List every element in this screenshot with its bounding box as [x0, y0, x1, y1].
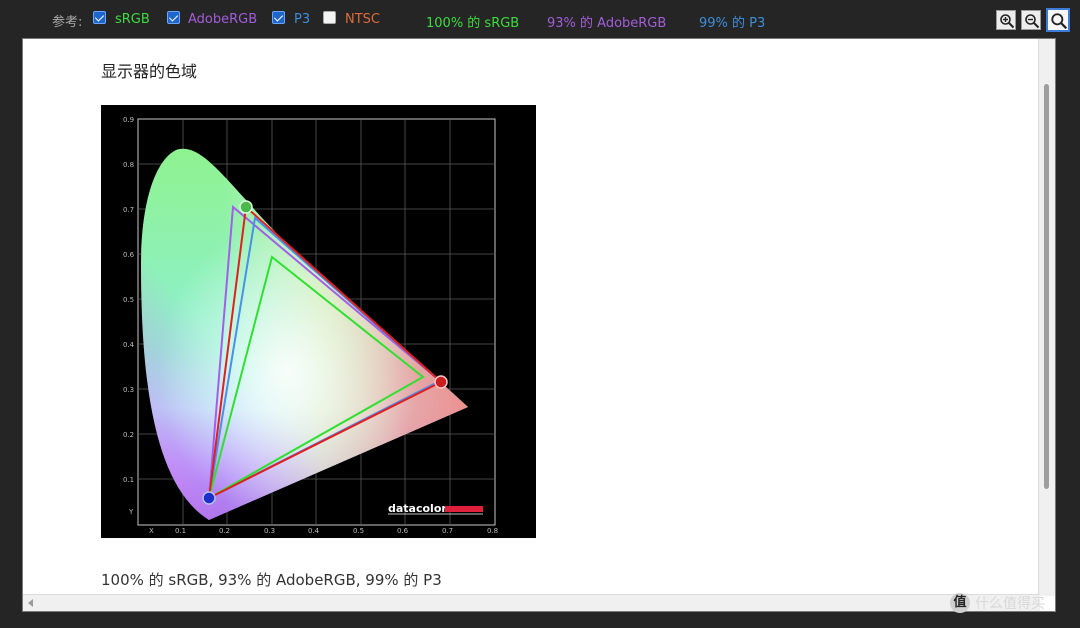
y-tick: 0.4 [123, 341, 135, 349]
scroll-left-arrow-icon[interactable] [28, 599, 33, 607]
p3-coverage: 99% 的 P3 [699, 16, 766, 31]
srgb-coverage: 100% 的 sRGB [426, 16, 520, 31]
zoom-out-button[interactable] [1021, 10, 1041, 30]
x-tick: 0.7 [442, 527, 453, 535]
red-primary-marker [434, 375, 448, 389]
srgb-checkbox[interactable] [93, 11, 106, 24]
y-axis-label: Y [128, 508, 134, 516]
srgb-label[interactable]: sRGB [115, 12, 150, 27]
blue-primary-marker [202, 491, 216, 505]
x-tick: 0.1 [175, 527, 186, 535]
y-tick: 0.5 [123, 296, 134, 304]
page-heading: 显示器的色域 [101, 62, 198, 81]
p3-label[interactable]: P3 [294, 12, 310, 27]
gamut-caption: 100% 的 sRGB, 93% 的 AdobeRGB, 99% 的 P3 [101, 571, 442, 589]
adobergb-checkbox[interactable] [167, 11, 180, 24]
y-tick: 0.1 [123, 476, 134, 484]
x-axis-label: X [149, 527, 154, 535]
x-tick: 0.3 [264, 527, 275, 535]
toolbar: 参考: sRGB AdobeRGB P3 NTSC 100% 的 sRGB 93… [0, 0, 1080, 38]
ntsc-label[interactable]: NTSC [345, 12, 380, 27]
zoom-out-icon [1025, 14, 1040, 29]
watermark-text: 什么值得买 [975, 596, 1045, 612]
green-primary-marker [239, 200, 253, 214]
y-tick: 0.8 [123, 161, 134, 169]
y-tick: 0.3 [123, 386, 134, 394]
zoom-fit-button[interactable] [1046, 8, 1070, 32]
x-tick: 0.2 [219, 527, 230, 535]
y-tick: 0.7 [123, 206, 134, 214]
x-tick: 0.6 [397, 527, 409, 535]
x-tick: 0.5 [353, 527, 364, 535]
y-tick: 0.6 [123, 251, 135, 259]
vertical-scroll-thumb[interactable] [1044, 84, 1049, 489]
x-tick: 0.8 [487, 527, 498, 535]
vertical-scrollbar[interactable] [1038, 39, 1055, 596]
datacolor-logo-bar [445, 506, 483, 512]
smzdm-logo-icon: 值 [950, 593, 970, 613]
x-tick: 0.4 [308, 527, 320, 535]
watermark: 值 什么值得买 [950, 593, 1045, 613]
y-tick: 0.2 [123, 431, 134, 439]
zoom-in-button[interactable] [996, 10, 1016, 30]
p3-checkbox[interactable] [272, 11, 285, 24]
cie-gamut-chart: 0.9 0.8 0.7 0.6 0.5 0.4 0.3 0.2 0.1 Y X … [123, 116, 498, 535]
spectral-locus [141, 148, 468, 520]
color-gamut-image: 0.9 0.8 0.7 0.6 0.5 0.4 0.3 0.2 0.1 Y X … [101, 105, 536, 538]
datacolor-logo: datacolor [388, 502, 447, 515]
reference-label: 参考: [52, 15, 83, 30]
adobergb-label[interactable]: AdobeRGB [188, 12, 257, 27]
zoom-fit-icon [1051, 13, 1068, 30]
content-viewer: 显示器的色域 0.9 0.8 0.7 0.6 0.5 0.4 0.3 0.2 0… [22, 38, 1056, 612]
zoom-in-icon [1000, 14, 1015, 29]
adobergb-coverage: 93% 的 AdobeRGB [547, 16, 667, 31]
ntsc-checkbox[interactable] [323, 11, 336, 24]
y-tick: 0.9 [123, 116, 134, 124]
horizontal-scrollbar[interactable] [23, 594, 1040, 611]
